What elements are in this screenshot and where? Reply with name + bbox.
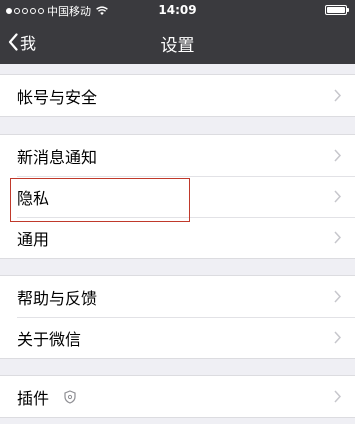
- settings-item-label: 隐私: [17, 188, 50, 208]
- settings-item-privacy[interactable]: 隐私: [0, 176, 355, 217]
- settings-item-label: 新消息通知: [17, 147, 98, 167]
- battery-icon: [325, 5, 349, 15]
- chevron-right-icon: [334, 89, 341, 102]
- chevron-right-icon: [334, 390, 341, 403]
- settings-item-plugins[interactable]: 插件: [0, 376, 355, 417]
- chevron-right-icon: [334, 231, 341, 244]
- status-time: 14:09: [158, 3, 197, 17]
- top-bar: 中国移动 14:09 我 设置: [0, 0, 355, 64]
- settings-group-main: 新消息通知 隐私 通用: [0, 134, 355, 259]
- status-bar: 中国移动 14:09: [0, 0, 355, 20]
- settings-item-label: 帐号与安全: [17, 87, 98, 107]
- page-title: 设置: [160, 36, 195, 56]
- nav-bar: 我 设置: [0, 20, 355, 64]
- chevron-right-icon: [334, 149, 341, 162]
- settings-group-plugins: 插件: [0, 375, 355, 418]
- chevron-right-icon: [334, 190, 341, 203]
- settings-item-help-feedback[interactable]: 帮助与反馈: [0, 276, 355, 317]
- settings-group-account: 帐号与安全: [0, 74, 355, 117]
- chevron-right-icon: [334, 331, 341, 344]
- settings-item-notifications[interactable]: 新消息通知: [0, 135, 355, 176]
- settings-item-label: 关于微信: [17, 329, 82, 349]
- settings-item-about[interactable]: 关于微信: [0, 317, 355, 358]
- settings-item-general[interactable]: 通用: [0, 217, 355, 258]
- shield-icon: [64, 389, 76, 404]
- settings-item-label: 通用: [17, 229, 50, 249]
- settings-group-help: 帮助与反馈 关于微信: [0, 275, 355, 359]
- chevron-right-icon: [334, 290, 341, 303]
- settings-item-account-security[interactable]: 帐号与安全: [0, 75, 355, 116]
- settings-item-label: 插件: [17, 388, 50, 408]
- settings-item-label: 帮助与反馈: [17, 288, 98, 308]
